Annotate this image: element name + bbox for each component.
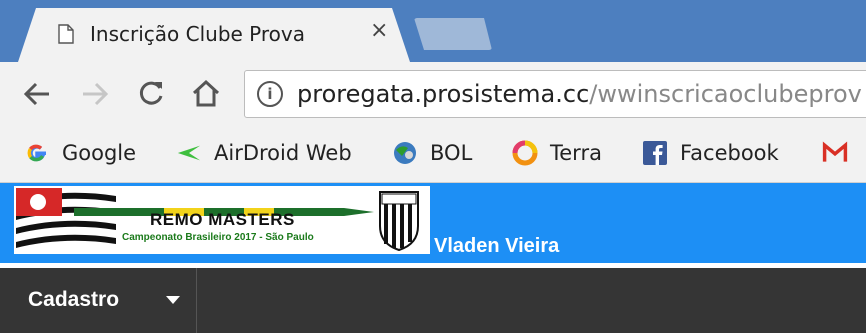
bookmark-label: Terra (550, 141, 602, 165)
main-menu-bar: Cadastro (0, 268, 866, 333)
bookmark-label: Facebook (680, 141, 779, 165)
bol-icon (392, 140, 418, 166)
bookmark-terra[interactable]: Terra (512, 138, 602, 168)
url-path: /wwinscricaoclubeprov (589, 80, 862, 108)
reload-icon[interactable] (136, 78, 166, 108)
menu-cadastro[interactable]: Cadastro (0, 268, 197, 333)
airdroid-icon (176, 140, 202, 166)
bookmarks-bar: Google AirDroid Web BOL Terra Facebook (0, 126, 866, 183)
address-bar[interactable]: i proregata.prosistema.cc/wwinscricaoclu… (244, 70, 866, 118)
bookmark-label: AirDroid Web (214, 141, 352, 165)
url-text[interactable]: proregata.prosistema.cc/wwinscricaoclube… (297, 80, 862, 108)
home-icon[interactable] (190, 78, 222, 108)
bookmark-facebook[interactable]: Facebook (642, 138, 779, 168)
bookmark-bol[interactable]: BOL (392, 138, 472, 168)
gmail-icon (822, 140, 848, 166)
bookmark-google[interactable]: Google (24, 138, 136, 168)
browser-toolbar: i proregata.prosistema.cc/wwinscricaoclu… (0, 62, 866, 126)
info-icon[interactable]: i (257, 81, 283, 107)
event-logo: REMO MASTERS Campeonato Brasileiro 2017 … (14, 186, 430, 254)
tab-title: Inscrição Clube Prova (90, 22, 305, 46)
forward-arrow-icon[interactable] (80, 80, 110, 108)
user-name: Vladen Vieira (434, 235, 560, 257)
site-banner: REMO MASTERS Campeonato Brasileiro 2017 … (0, 183, 866, 263)
caret-down-icon (166, 296, 180, 304)
browser-tab-active[interactable]: Inscrição Clube Prova × (18, 8, 410, 62)
tab-close-button[interactable]: × (370, 18, 388, 43)
page-icon (58, 24, 74, 44)
menu-cadastro-label: Cadastro (28, 288, 120, 311)
bookmark-label: Google (62, 141, 137, 165)
bookmark-label: BOL (430, 141, 473, 165)
logo-subtitle: Campeonato Brasileiro 2017 - São Paulo (122, 232, 314, 243)
browser-tab-strip: Inscrição Clube Prova × (0, 0, 866, 62)
bookmark-airdroid[interactable]: AirDroid Web (176, 138, 352, 168)
logo-title: REMO MASTERS (150, 210, 295, 229)
new-tab-button[interactable] (414, 18, 492, 50)
url-host: proregata.prosistema.cc (297, 80, 590, 108)
google-icon (24, 140, 50, 166)
bookmark-gmail[interactable] (822, 138, 860, 168)
facebook-icon (642, 140, 668, 166)
back-arrow-icon[interactable] (22, 80, 52, 108)
terra-icon (512, 140, 538, 166)
